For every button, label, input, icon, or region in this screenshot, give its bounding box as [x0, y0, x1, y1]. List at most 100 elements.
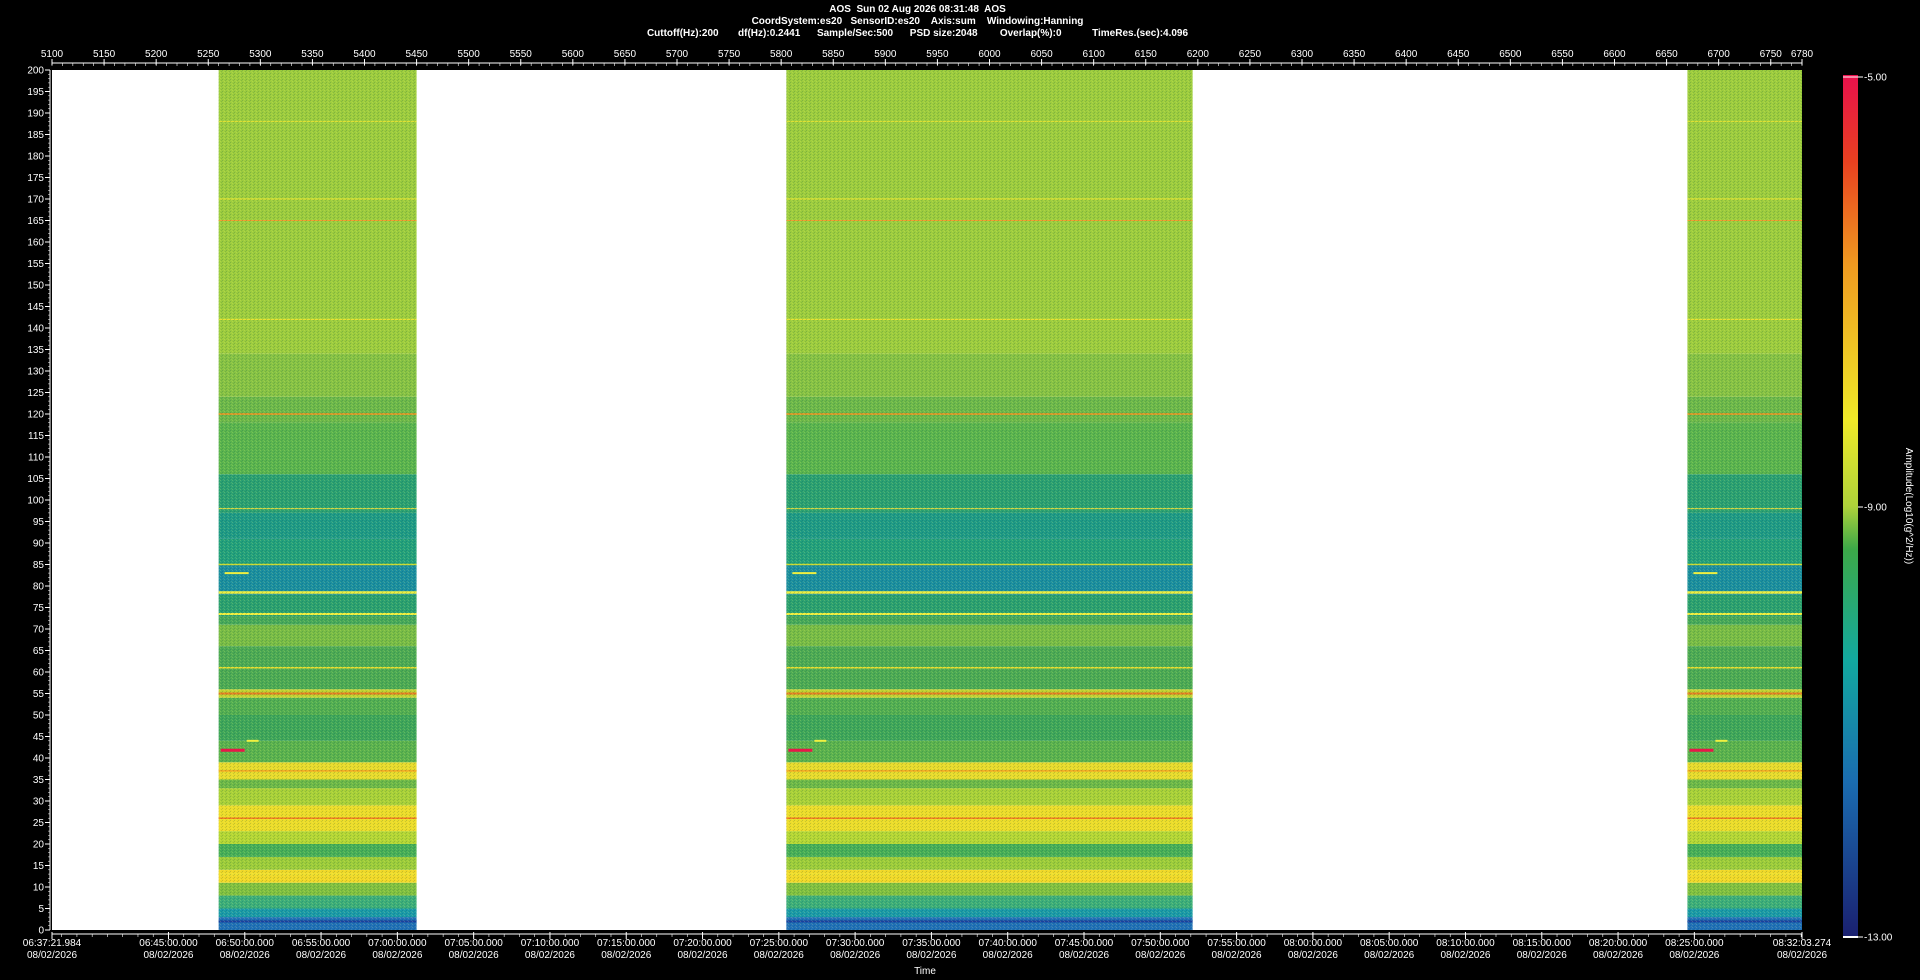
- y-tick-label: 165: [27, 216, 44, 227]
- x-tick-label: 08:10:00.000: [1436, 938, 1495, 949]
- y-tick-label: 55: [33, 689, 45, 700]
- y-tick-label: 95: [33, 517, 45, 528]
- x-tick-date: 08/02/2026: [220, 950, 270, 961]
- top-tick-label: 6150: [1135, 49, 1158, 60]
- y-tick-label: 185: [27, 130, 44, 141]
- top-tick-label: 5800: [770, 49, 793, 60]
- x-tick-date: 08/02/2026: [296, 950, 346, 961]
- x-tick-label: 08:00:00.000: [1284, 938, 1343, 949]
- colorbar-ticks: -5.00 -9.00 -13.00: [1858, 73, 1893, 944]
- x-tick-label: 08:05:00.000: [1360, 938, 1419, 949]
- top-tick-label: 6250: [1239, 49, 1262, 60]
- y-tick-label: 15: [33, 861, 45, 872]
- x-tick-label: 06:45:00.000: [139, 938, 198, 949]
- y-tick-label: 105: [27, 474, 44, 485]
- y-tick-label: 135: [27, 345, 44, 356]
- x-tick-label: 07:25:00.000: [750, 938, 809, 949]
- y-tick-label: 190: [27, 109, 44, 120]
- x-tick-date: 08/02/2026: [678, 950, 728, 961]
- left-axis: 0 5 10 15 20 25 30 35 40 45 50 55 60 65 70 75 80 85 90 95 10…: [27, 66, 51, 937]
- colorbar-tick-label: -5.00: [1864, 73, 1887, 84]
- x-tick-date: 08/02/2026: [1669, 950, 1719, 961]
- colorbar-tick-label: -9.00: [1864, 503, 1887, 514]
- top-tick-label: 5450: [405, 49, 428, 60]
- top-tick-label: 6100: [1083, 49, 1106, 60]
- top-tick-label: 6400: [1395, 49, 1418, 60]
- spectrogram-segment-3: [1687, 70, 1802, 930]
- x-tick-label: 07:35:00.000: [902, 938, 961, 949]
- x-tick-label: 06:50:00.000: [216, 938, 275, 949]
- x-tick-date: 08/02/2026: [1777, 950, 1827, 961]
- x-tick-date: 08/02/2026: [983, 950, 1033, 961]
- x-tick-label: 08:32:03.274: [1773, 938, 1832, 949]
- top-tick-label: 5650: [614, 49, 637, 60]
- y-tick-label: 30: [33, 797, 45, 808]
- x-tick-date: 08/02/2026: [1364, 950, 1414, 961]
- top-tick-label: 6600: [1603, 49, 1626, 60]
- y-tick-label: 200: [27, 66, 44, 77]
- x-tick-date: 08/02/2026: [754, 950, 804, 961]
- y-tick-label: 145: [27, 302, 44, 313]
- y-tick-label: 175: [27, 173, 44, 184]
- x-tick-date: 08/02/2026: [1517, 950, 1567, 961]
- spectrogram-chart: 5100 5150 5200 5250 5300 5350 5400 5450 5500 5550…: [23, 49, 1914, 977]
- top-axis: 5100 5150 5200 5250 5300 5350 5400 5450 5500 5550…: [41, 49, 1814, 66]
- y-tick-label: 180: [27, 152, 44, 163]
- colorbar-label: Amplitude(Log10(g^2/Hz)): [1903, 448, 1914, 564]
- y-tick-label: 90: [33, 539, 45, 550]
- y-tick-label: 100: [27, 496, 44, 507]
- y-tick-label: 60: [33, 668, 45, 679]
- y-tick-label: 20: [33, 840, 45, 851]
- x-tick-label: 07:15:00.000: [597, 938, 656, 949]
- top-tick-label: 6550: [1551, 49, 1574, 60]
- x-tick-label: 07:40:00.000: [979, 938, 1038, 949]
- x-tick-label: 07:30:00.000: [826, 938, 885, 949]
- x-tick-label: 07:10:00.000: [521, 938, 580, 949]
- top-tick-label: 5350: [301, 49, 324, 60]
- top-tick-label: 6200: [1187, 49, 1210, 60]
- y-tick-label: 130: [27, 367, 44, 378]
- x-tick-label: 08:15:00.000: [1513, 938, 1572, 949]
- bottom-axis: 06:37:21.98408/02/202606:45:00.00008/02/…: [23, 932, 1832, 961]
- colorbar-tick-label: -13.00: [1864, 933, 1893, 944]
- x-tick-date: 08/02/2026: [143, 950, 193, 961]
- y-tick-label: 40: [33, 754, 45, 765]
- x-tick-date: 08/02/2026: [1593, 950, 1643, 961]
- y-tick-label: 80: [33, 582, 45, 593]
- x-tick-label: 06:37:21.984: [23, 938, 82, 949]
- y-tick-label: 50: [33, 711, 45, 722]
- x-tick-label: 08:25:00.000: [1665, 938, 1724, 949]
- top-tick-label: 5400: [353, 49, 376, 60]
- top-tick-label: 5700: [666, 49, 689, 60]
- x-tick-date: 08/02/2026: [830, 950, 880, 961]
- y-tick-label: 170: [27, 195, 44, 206]
- spectrogram-segment-2: [786, 70, 1193, 930]
- y-tick-label: 35: [33, 775, 45, 786]
- top-tick-label: 5250: [197, 49, 220, 60]
- y-tick-label: 70: [33, 625, 45, 636]
- y-tick-label: 0: [38, 926, 44, 937]
- x-tick-date: 08/02/2026: [1059, 950, 1109, 961]
- top-tick-label: 5500: [458, 49, 481, 60]
- y-tick-label: 120: [27, 410, 44, 421]
- x-tick-date: 08/02/2026: [1288, 950, 1338, 961]
- spectrogram-segment-1: [218, 70, 417, 930]
- top-tick-label: 6780: [1791, 49, 1814, 60]
- x-tick-label: 07:00:00.000: [368, 938, 427, 949]
- x-tick-label: 07:05:00.000: [444, 938, 503, 949]
- y-tick-label: 75: [33, 603, 45, 614]
- x-tick-label: 07:55:00.000: [1207, 938, 1266, 949]
- top-tick-label: 6050: [1030, 49, 1053, 60]
- x-tick-label: 07:45:00.000: [1055, 938, 1114, 949]
- top-tick-label: 6350: [1343, 49, 1366, 60]
- top-tick-label: 5900: [874, 49, 897, 60]
- colorbar: [1843, 75, 1858, 937]
- x-axis-label: Time: [914, 966, 936, 977]
- y-tick-label: 160: [27, 238, 44, 249]
- top-tick-label: 5100: [41, 49, 64, 60]
- top-tick-label: 6000: [978, 49, 1001, 60]
- y-tick-label: 65: [33, 646, 45, 657]
- y-tick-label: 150: [27, 281, 44, 292]
- y-tick-label: 115: [28, 431, 44, 442]
- y-tick-label: 10: [33, 883, 45, 894]
